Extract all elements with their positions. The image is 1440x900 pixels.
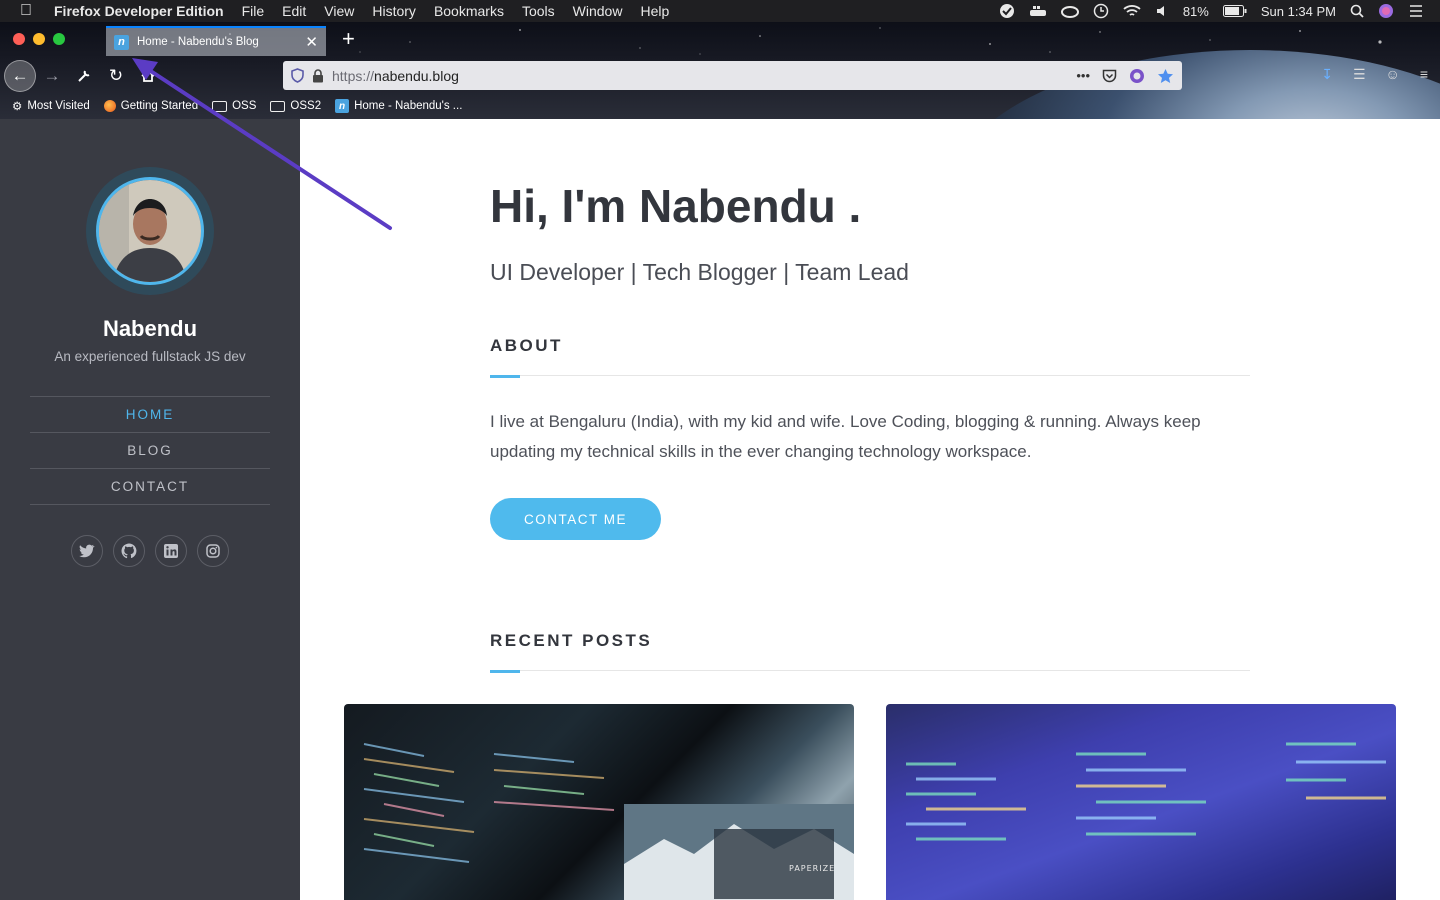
app-menu-icon[interactable]: ≡ (1420, 66, 1428, 83)
bookmark-folder-oss2[interactable]: OSS2 (270, 100, 321, 112)
menu-window[interactable]: Window (564, 3, 632, 19)
nav-home[interactable]: HOME (30, 397, 270, 433)
home-button[interactable] (132, 60, 164, 92)
recent-posts-heading: RECENT POSTS (490, 631, 653, 650)
time-machine-icon[interactable] (1093, 3, 1109, 19)
firefox-icon (103, 100, 116, 112)
bookmarks-toolbar: ⚙ Most Visited Getting Started OSS OSS2 n… (0, 95, 1440, 117)
battery-percent: 81% (1182, 3, 1209, 19)
bookmark-folder-oss[interactable]: OSS (212, 100, 256, 112)
navigation-toolbar: ← → ↻ https://nabendu.blog ••• ↧ ☰ ☺ ≡ (0, 58, 1440, 94)
site-favicon: n (114, 34, 129, 50)
macos-menu-bar:  Firefox Developer Edition File Edit Vi… (0, 0, 1440, 22)
close-window-button[interactable] (13, 33, 25, 45)
bookmark-star-icon[interactable] (1157, 68, 1174, 84)
post-card[interactable] (886, 704, 1396, 900)
back-button[interactable]: ← (4, 60, 36, 92)
downloads-icon[interactable]: ↧ (1321, 66, 1333, 83)
account-icon[interactable]: ☺ (1386, 66, 1400, 83)
post-thumbnail-code-monitors: PAPERIZE (363, 743, 854, 900)
page-actions-ellipsis-icon[interactable]: ••• (1076, 68, 1090, 83)
site-favicon: n (335, 99, 350, 113)
contact-me-button[interactable]: CONTACT ME (490, 498, 661, 540)
toolbar-right-actions: ↧ ☰ ☺ ≡ (1321, 66, 1428, 83)
tab-bar: n Home - Nabendu's Blog ✕ + (0, 22, 1440, 56)
url-text: https://nabendu.blog (332, 67, 459, 84)
nav-blog[interactable]: BLOG (30, 433, 270, 469)
sidebar-nav: HOME BLOG CONTACT (30, 396, 270, 505)
linkedin-icon[interactable] (155, 535, 187, 567)
folder-icon (270, 100, 286, 112)
tab-home-nabendu-blog[interactable]: n Home - Nabendu's Blog ✕ (106, 26, 326, 56)
bookmark-home-nabendu[interactable]: n Home - Nabendu's ... (335, 99, 462, 113)
author-name: Nabendu (102, 316, 198, 341)
new-tab-button[interactable]: + (342, 26, 355, 52)
dropbox-icon[interactable] (999, 3, 1015, 19)
address-bar-actions: ••• (1076, 68, 1174, 84)
menu-edit[interactable]: Edit (273, 3, 315, 19)
menu-app-name[interactable]: Firefox Developer Edition (52, 3, 233, 19)
nav-contact[interactable]: CONTACT (30, 469, 270, 505)
siri-icon[interactable] (1378, 3, 1394, 19)
status-area: 81% Sun 1:34 PM (999, 3, 1440, 19)
docker-icon[interactable] (1029, 4, 1047, 18)
folder-icon (212, 100, 228, 112)
hero-subtitle: UI Developer | Tech Blogger | Team Lead (490, 259, 909, 285)
zoom-window-button[interactable] (53, 33, 65, 45)
menu-view[interactable]: View (315, 3, 363, 19)
window-controls (0, 33, 106, 45)
hero-title: Hi, I'm Nabendu . (490, 180, 862, 232)
forward-button[interactable]: → (36, 60, 68, 92)
menu-bookmarks[interactable]: Bookmarks (425, 3, 513, 19)
bookmark-getting-started[interactable]: Getting Started (103, 100, 198, 112)
apple-menu-icon[interactable]:  (0, 2, 52, 20)
social-links (71, 535, 229, 567)
web-page: Nabendu An experienced fullstack JS dev … (0, 119, 1440, 900)
tab-title: Home - Nabendu's Blog (137, 36, 259, 48)
battery-icon[interactable] (1222, 5, 1247, 17)
about-divider (490, 375, 1250, 376)
menu-tools[interactable]: Tools (513, 3, 564, 19)
github-icon[interactable] (113, 535, 145, 567)
menu-history[interactable]: History (363, 3, 425, 19)
recent-posts-divider (490, 670, 1250, 671)
developer-tools-wrench-icon[interactable] (68, 60, 100, 92)
tab-close-icon[interactable]: ✕ (305, 33, 318, 51)
volume-icon[interactable] (1155, 4, 1169, 18)
menu-help[interactable]: Help (631, 3, 678, 19)
instagram-icon[interactable] (197, 535, 229, 567)
about-heading: ABOUT (490, 336, 563, 355)
browser-chrome: n Home - Nabendu's Blog ✕ + ← → ↻ https:… (0, 22, 1440, 119)
avatar-photo (99, 180, 201, 282)
post-thumbnail-code-screen (906, 742, 1386, 841)
tracking-protection-shield-icon[interactable] (291, 68, 304, 83)
lock-icon[interactable] (312, 68, 324, 83)
avatar (96, 177, 204, 285)
spotlight-search-icon[interactable] (1350, 4, 1364, 18)
sidebar: Nabendu An experienced fullstack JS dev … (0, 119, 300, 900)
wifi-icon[interactable] (1123, 4, 1141, 18)
extension-icon[interactable] (1129, 68, 1145, 84)
post-card[interactable]: PAPERIZE (344, 704, 854, 900)
avatar-ring (86, 167, 214, 295)
twitter-icon[interactable] (71, 535, 103, 567)
minimize-window-button[interactable] (33, 33, 45, 45)
bookmark-most-visited[interactable]: ⚙ Most Visited (12, 99, 90, 113)
about-accent-bar (490, 375, 520, 378)
reload-button[interactable]: ↻ (100, 60, 132, 92)
author-tagline: An experienced fullstack JS dev (54, 349, 246, 364)
notification-center-icon[interactable] (1408, 4, 1424, 18)
about-text: I live at Bengaluru (India), with my kid… (490, 412, 1201, 461)
menu-file[interactable]: File (233, 3, 274, 19)
post-thumbnail-caption: PAPERIZE (789, 864, 835, 873)
gear-icon: ⚙ (12, 101, 23, 113)
address-bar[interactable]: https://nabendu.blog ••• (283, 61, 1182, 90)
clock[interactable]: Sun 1:34 PM (1261, 4, 1336, 19)
creative-cloud-icon[interactable] (1060, 4, 1079, 18)
library-icon[interactable]: ☰ (1353, 66, 1366, 83)
pocket-icon[interactable] (1102, 69, 1117, 83)
recent-posts-accent-bar (490, 670, 520, 673)
